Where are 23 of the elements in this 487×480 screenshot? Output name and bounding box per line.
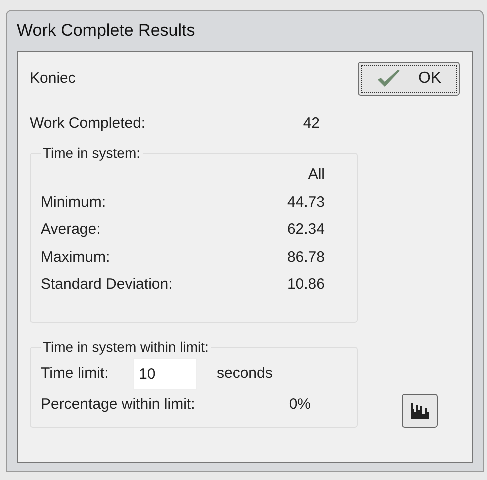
stat-value: 86.78 — [286, 248, 325, 268]
unit-label: seconds — [217, 364, 273, 384]
window-title: Work Complete Results — [17, 20, 196, 42]
stat-label: Minimum: — [41, 192, 108, 212]
stat-label: Standard Deviation: — [41, 275, 174, 295]
chart-button[interactable] — [402, 394, 438, 428]
work-completed-label: Work Completed: — [30, 114, 147, 134]
stat-value: 10.86 — [286, 275, 325, 295]
ok-button[interactable]: OK — [358, 62, 460, 96]
percentage-value: 0% — [288, 395, 311, 415]
work-completed-value: 42 — [302, 114, 320, 134]
stat-value: 44.73 — [286, 192, 325, 212]
bar-chart-icon — [410, 402, 430, 420]
time-limit-field[interactable]: 10 — [133, 358, 197, 390]
group-legend: Time in system within limit: — [41, 337, 211, 358]
column-header: All — [307, 165, 325, 185]
group-legend: Time in system: — [41, 143, 142, 164]
stat-label: Average: — [41, 220, 102, 240]
time-limit-label: Time limit: — [41, 364, 110, 384]
stat-value: 62.34 — [286, 220, 325, 240]
header-text: Koniec — [30, 69, 77, 89]
percentage-label: Percentage within limit: — [41, 395, 196, 415]
stat-label: Maximum: — [41, 248, 112, 268]
